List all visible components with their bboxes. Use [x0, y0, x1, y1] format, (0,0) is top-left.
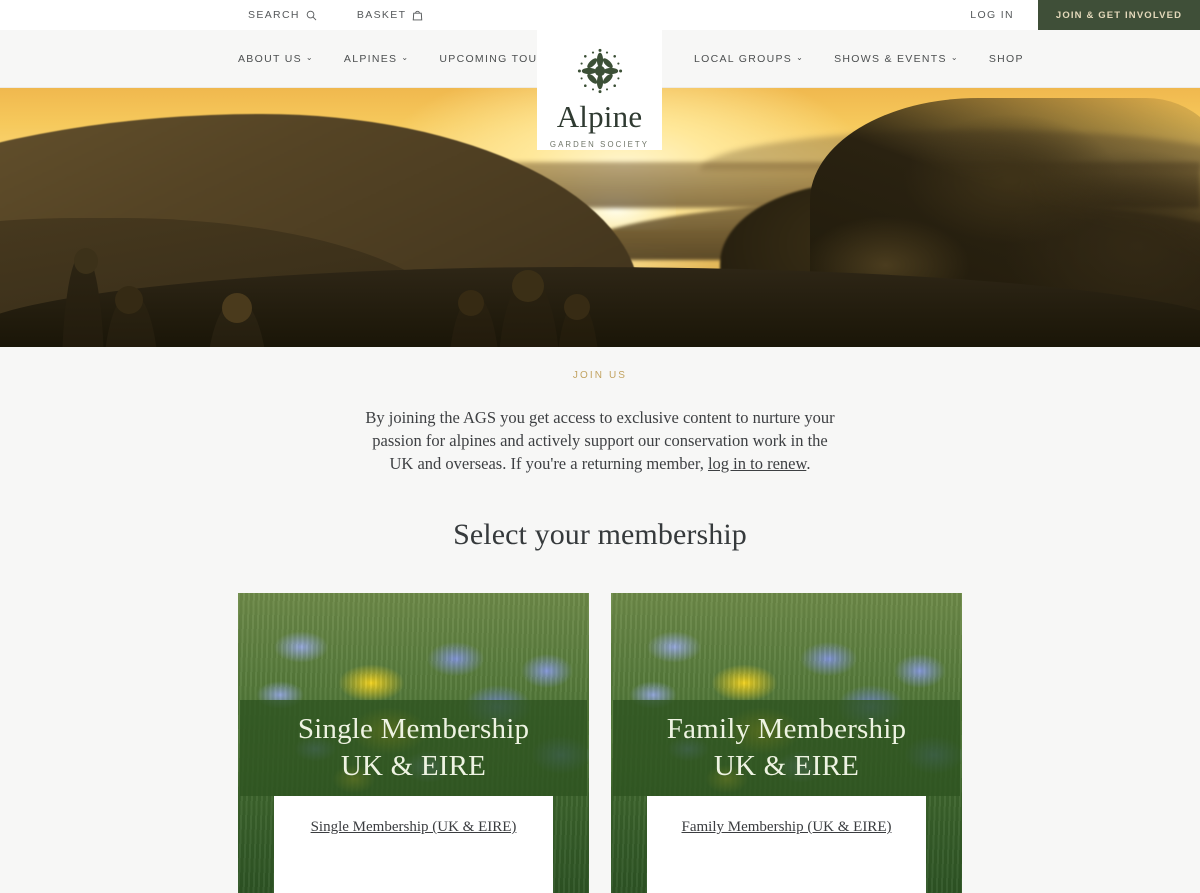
search-icon	[306, 10, 317, 21]
chevron-down-icon: ⌄	[796, 53, 805, 62]
nav-label: LOCAL GROUPS	[694, 52, 793, 65]
basket-button[interactable]: BASKET	[357, 9, 424, 21]
hero-person-seated-4-head	[512, 270, 544, 302]
membership-product-link[interactable]: Single Membership (UK & EIRE)	[311, 819, 517, 836]
logo-tagline: GARDEN SOCIETY	[549, 140, 650, 149]
nav-group-left: ABOUT US ⌄ ALPINES ⌄ UPCOMING TOURS	[238, 30, 555, 88]
site-logo-home-link[interactable]: Alpine GARDEN SOCIETY	[537, 30, 662, 150]
join-and-get-involved-button[interactable]: JOIN & GET INVOLVED	[1038, 0, 1200, 30]
overlay-line-2: UK & EIRE	[340, 750, 487, 782]
utility-bar-left: SEARCH BASKET	[248, 9, 423, 21]
intro-text-after: .	[806, 454, 811, 473]
basket-icon	[412, 9, 423, 21]
membership-card-grid: Single Membership UK & EIRE Single Membe…	[0, 593, 1200, 893]
nav-item-about-us[interactable]: ABOUT US ⌄	[238, 54, 314, 65]
chevron-down-icon: ⌄	[401, 53, 410, 62]
nav-label: SHOWS & EVENTS	[834, 52, 947, 65]
alpine-rosette-logo-icon	[574, 47, 626, 95]
nav-item-local-groups[interactable]: LOCAL GROUPS ⌄	[694, 54, 804, 65]
nav-item-alpines[interactable]: ALPINES ⌄	[344, 54, 409, 65]
page-title: Select your membership	[453, 518, 747, 551]
nav-label: SHOP	[988, 52, 1024, 65]
chevron-down-icon: ⌄	[950, 53, 959, 62]
basket-label: BASKET	[356, 8, 407, 21]
login-link[interactable]: LOG IN	[946, 0, 1038, 30]
membership-card-body: Single Membership (UK & EIRE)	[274, 796, 553, 893]
hero-person-standing-head	[74, 248, 98, 274]
hero-person-seated-1-head	[115, 286, 143, 314]
logo-wordmark: Alpine	[556, 99, 643, 134]
membership-product-link[interactable]: Family Membership (UK & EIRE)	[682, 819, 892, 836]
nav-label: ABOUT US	[238, 52, 302, 65]
log-in-to-renew-link[interactable]: log in to renew	[708, 454, 806, 473]
join-us-section: JOIN US By joining the AGS you get acces…	[0, 347, 1200, 893]
nav-item-shows-and-events[interactable]: SHOWS & EVENTS ⌄	[834, 54, 959, 65]
utility-bar-right: LOG IN JOIN & GET INVOLVED	[946, 0, 1200, 30]
membership-card-family[interactable]: Family Membership UK & EIRE Family Membe…	[611, 593, 962, 893]
hero-person-seated-5-head	[564, 294, 590, 320]
membership-card-title-overlay: Family Membership UK & EIRE	[613, 700, 960, 796]
overlay-line-1: Single Membership	[297, 713, 530, 745]
chevron-down-icon: ⌄	[305, 53, 314, 62]
membership-card-title: Family Membership UK & EIRE	[667, 711, 906, 785]
membership-card-title: Single Membership UK & EIRE	[298, 711, 529, 785]
overlay-line-2: UK & EIRE	[713, 750, 860, 782]
overlay-line-1: Family Membership	[666, 713, 907, 745]
join-us-intro-paragraph: By joining the AGS you get access to exc…	[363, 406, 837, 475]
search-button[interactable]: SEARCH	[248, 10, 317, 21]
nav-item-shop[interactable]: SHOP	[989, 54, 1024, 65]
nav-group-right: LOCAL GROUPS ⌄ SHOWS & EVENTS ⌄ SHOP	[694, 30, 1024, 88]
section-eyebrow: JOIN US	[572, 370, 628, 381]
membership-card-title-overlay: Single Membership UK & EIRE	[240, 700, 587, 796]
membership-card-body: Family Membership (UK & EIRE)	[647, 796, 926, 893]
main-navigation: ABOUT US ⌄ ALPINES ⌄ UPCOMING TOURS LOCA…	[0, 30, 1200, 150]
hero-person-seated-3-head	[458, 290, 484, 316]
search-label: SEARCH	[248, 8, 300, 21]
hero-person-seated-2-head	[222, 293, 252, 323]
utility-bar: SEARCH BASKET LOG IN JOIN & GET INVOLVED	[0, 0, 1200, 30]
nav-label: ALPINES	[343, 52, 398, 65]
membership-card-single[interactable]: Single Membership UK & EIRE Single Membe…	[238, 593, 589, 893]
